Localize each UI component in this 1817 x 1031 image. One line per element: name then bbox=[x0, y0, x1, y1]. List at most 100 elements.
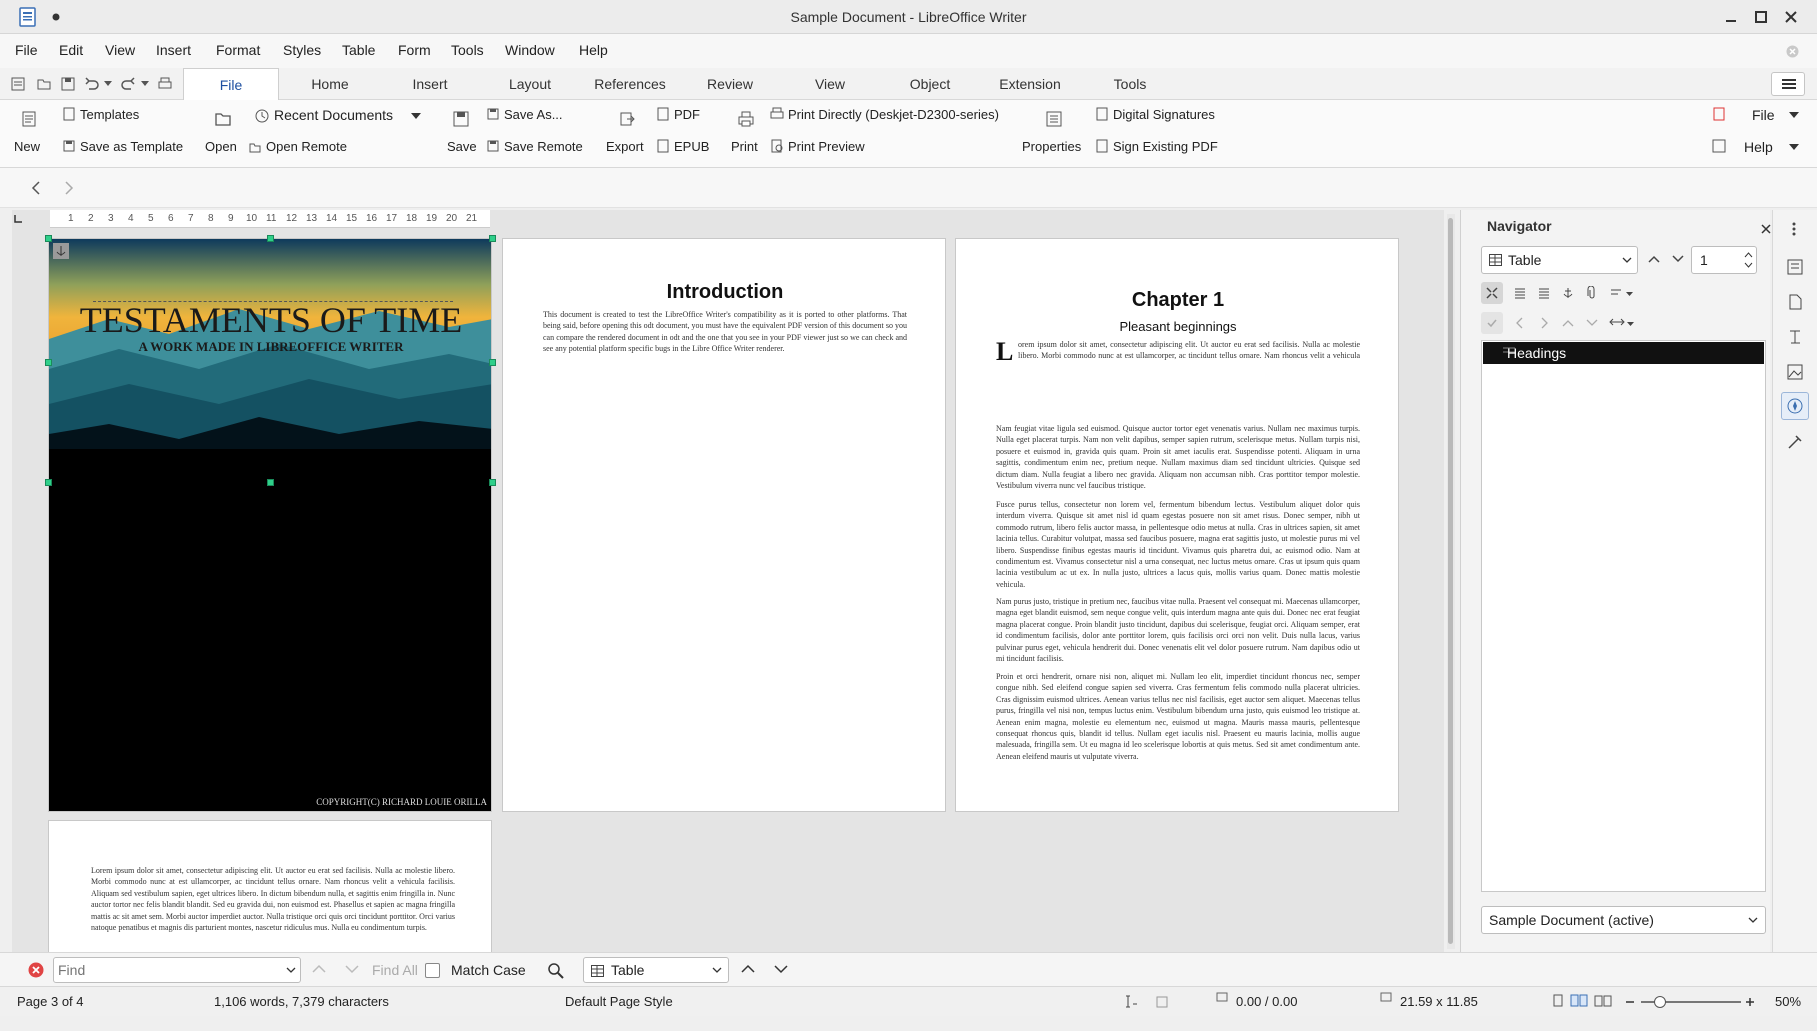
find-replace-icon[interactable] bbox=[547, 962, 565, 980]
zoom-level[interactable]: 50% bbox=[1775, 994, 1801, 1009]
close-panel-icon[interactable] bbox=[1761, 224, 1771, 234]
match-case-label[interactable]: Match Case bbox=[451, 962, 526, 978]
hamburger-menu-button[interactable] bbox=[1771, 72, 1805, 96]
help-menu-dropdown-icon[interactable] bbox=[1789, 144, 1799, 151]
promote-level-button[interactable] bbox=[1481, 312, 1503, 334]
page-indicator[interactable]: Page 3 of 4 bbox=[17, 994, 84, 1009]
heading-levels-icon[interactable] bbox=[1609, 316, 1625, 328]
tab-object[interactable]: Object bbox=[895, 68, 965, 100]
menu-help[interactable]: Help bbox=[579, 42, 608, 58]
quick-save-icon[interactable] bbox=[60, 76, 76, 92]
find-previous-icon[interactable] bbox=[311, 964, 327, 974]
quick-menu-icon[interactable] bbox=[10, 76, 26, 92]
menu-edit[interactable]: Edit bbox=[59, 42, 83, 58]
tab-stop-icon[interactable] bbox=[13, 214, 23, 224]
chevron-up-icon[interactable] bbox=[1562, 319, 1574, 327]
menu-insert[interactable]: Insert bbox=[156, 42, 191, 58]
close-icon[interactable] bbox=[1784, 10, 1798, 24]
match-case-checkbox[interactable] bbox=[425, 963, 440, 978]
spin-up-icon[interactable] bbox=[1744, 251, 1753, 258]
recent-documents-dropdown-icon[interactable] bbox=[411, 113, 421, 120]
recent-documents-button[interactable]: Recent Documents bbox=[274, 107, 393, 123]
chevron-down-icon[interactable] bbox=[1586, 319, 1598, 327]
text-cursor-icon[interactable] bbox=[1124, 995, 1138, 1009]
find-input[interactable] bbox=[58, 960, 273, 980]
next-object-icon[interactable] bbox=[1671, 254, 1685, 264]
search-previous-icon[interactable] bbox=[740, 964, 756, 974]
page-cover[interactable]: TESTAMENTS OF TIME A WORK MADE IN LIBREO… bbox=[48, 238, 492, 812]
find-input-box[interactable] bbox=[53, 957, 301, 983]
menu-format[interactable]: Format bbox=[216, 42, 260, 58]
menu-form[interactable]: Form bbox=[398, 42, 431, 58]
properties-deck-icon[interactable] bbox=[1786, 258, 1804, 276]
export-pdf-button[interactable]: PDF bbox=[674, 107, 700, 122]
tab-file[interactable]: File bbox=[183, 68, 279, 100]
menu-window[interactable]: Window bbox=[505, 42, 555, 58]
find-all-button[interactable]: Find All bbox=[372, 962, 418, 978]
navigator-tree[interactable]: Headings bbox=[1481, 340, 1766, 892]
save-as-template-button[interactable]: Save as Template bbox=[80, 139, 183, 154]
navigator-page-spinner[interactable]: 1 bbox=[1691, 246, 1757, 274]
tab-references[interactable]: References bbox=[585, 68, 675, 100]
save-status-icon[interactable] bbox=[1155, 995, 1169, 1009]
chevron-down-icon[interactable] bbox=[286, 967, 296, 974]
vertical-scrollbar[interactable] bbox=[1447, 214, 1455, 949]
tab-extension[interactable]: Extension bbox=[990, 68, 1070, 100]
file-menu-dropdown-icon[interactable] bbox=[1789, 112, 1799, 119]
close-document-icon[interactable] bbox=[1786, 45, 1799, 58]
tab-review[interactable]: Review bbox=[695, 68, 765, 100]
open-remote-button[interactable]: Open Remote bbox=[266, 139, 347, 154]
undo-icon[interactable] bbox=[84, 76, 100, 92]
page-style[interactable]: Default Page Style bbox=[565, 994, 673, 1009]
redo-dropdown-icon[interactable] bbox=[141, 81, 149, 87]
book-view-icon[interactable] bbox=[1594, 994, 1612, 1008]
zoom-out-icon[interactable] bbox=[1625, 997, 1635, 1007]
menu-table[interactable]: Table bbox=[342, 42, 375, 58]
previous-object-icon[interactable] bbox=[1647, 254, 1661, 264]
selection-handle[interactable] bbox=[489, 359, 496, 366]
export-icon[interactable] bbox=[618, 110, 636, 128]
print-preview-button[interactable]: Print Preview bbox=[788, 139, 865, 154]
menu-styles[interactable]: Styles bbox=[283, 42, 321, 58]
print-directly-button[interactable]: Print Directly (Deskjet-D2300-series) bbox=[788, 107, 999, 122]
document-select[interactable]: Sample Document (active) bbox=[1481, 906, 1766, 934]
help-menu-button[interactable]: Help bbox=[1744, 139, 1773, 155]
selection-handle[interactable] bbox=[45, 479, 52, 486]
close-find-bar-icon[interactable] bbox=[28, 962, 44, 978]
paperclip-icon[interactable] bbox=[1585, 286, 1599, 300]
horizontal-ruler[interactable]: 1 2 3 4 5 6 7 8 9 10 11 12 13 14 15 16 1… bbox=[50, 210, 490, 228]
menu-file[interactable]: File bbox=[15, 42, 38, 58]
selection-handle[interactable] bbox=[267, 479, 274, 486]
chevron-left-icon[interactable] bbox=[1515, 317, 1525, 329]
selection-handle[interactable] bbox=[489, 479, 496, 486]
search-type-select[interactable]: Table bbox=[583, 957, 729, 983]
save-as-button[interactable]: Save As... bbox=[504, 107, 563, 122]
new-button[interactable]: New bbox=[14, 139, 40, 154]
menu-tools[interactable]: Tools bbox=[451, 42, 484, 58]
content-navigation-view-button[interactable] bbox=[1481, 282, 1503, 304]
page-chapter-1[interactable]: Chapter 1 Pleasant beginnings L orem ips… bbox=[955, 238, 1399, 812]
file-menu-button[interactable]: File bbox=[1752, 107, 1775, 123]
multi-page-view-icon[interactable] bbox=[1570, 994, 1588, 1008]
digital-signatures-button[interactable]: Digital Signatures bbox=[1113, 107, 1215, 122]
navigator-category-select[interactable]: Table bbox=[1481, 246, 1638, 274]
tab-home[interactable]: Home bbox=[295, 68, 365, 100]
maximize-icon[interactable] bbox=[1754, 10, 1768, 24]
tab-tools[interactable]: Tools bbox=[1095, 68, 1165, 100]
tab-view[interactable]: View bbox=[795, 68, 865, 100]
export-button[interactable]: Export bbox=[606, 139, 644, 154]
chevron-right-icon[interactable] bbox=[63, 180, 75, 196]
quick-open-icon[interactable] bbox=[36, 76, 52, 92]
zoom-in-icon[interactable] bbox=[1745, 997, 1755, 1007]
tab-layout[interactable]: Layout bbox=[495, 68, 565, 100]
menu-view[interactable]: View bbox=[105, 42, 135, 58]
anchor-icon[interactable] bbox=[1561, 286, 1575, 300]
new-document-icon[interactable] bbox=[20, 110, 38, 128]
list-box-icon[interactable] bbox=[1537, 286, 1551, 300]
minimize-icon[interactable] bbox=[1724, 10, 1738, 24]
selection-handle[interactable] bbox=[489, 235, 496, 242]
save-button[interactable]: Save bbox=[447, 139, 477, 154]
sidebar-menu-icon[interactable] bbox=[1792, 222, 1796, 236]
redo-icon[interactable] bbox=[120, 76, 136, 92]
chevron-left-icon[interactable] bbox=[30, 180, 42, 196]
